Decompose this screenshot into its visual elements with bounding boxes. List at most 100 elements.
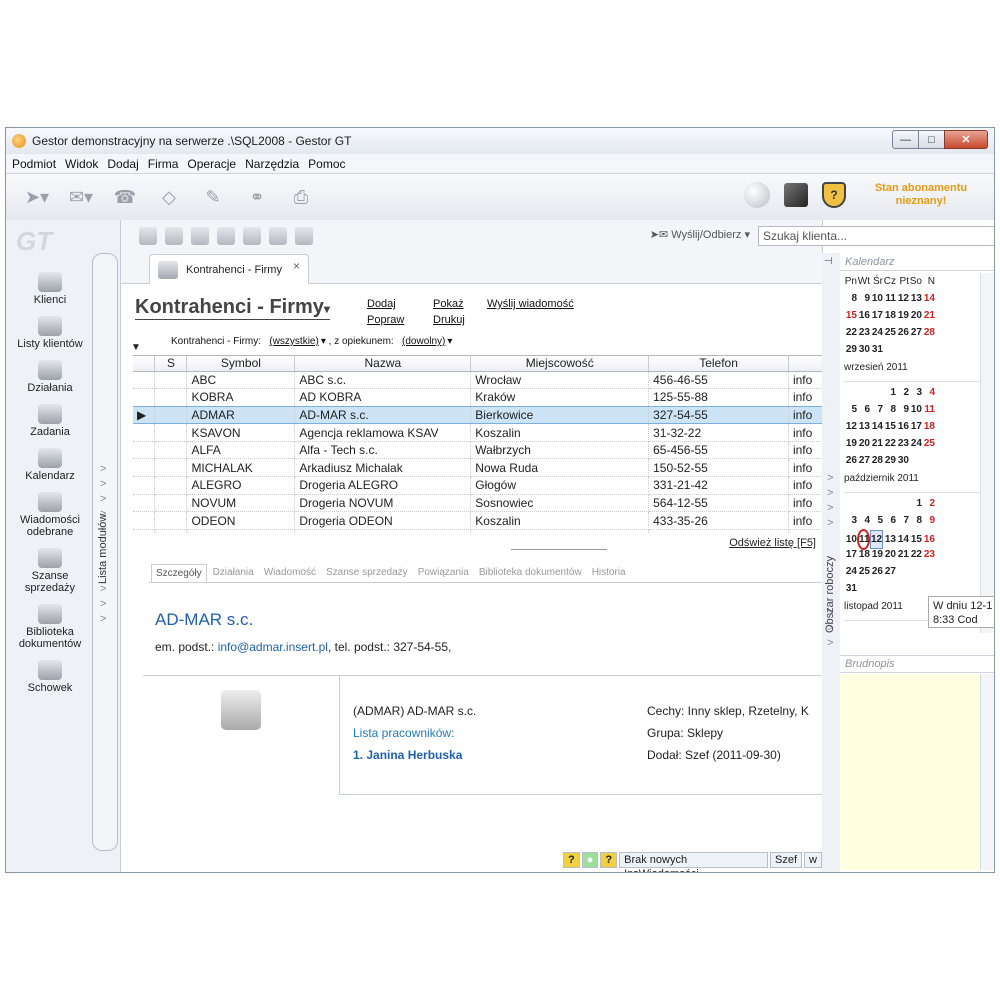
menu-narzedzia[interactable]: Narzędzia bbox=[245, 157, 299, 171]
col-symbol[interactable]: Symbol bbox=[186, 356, 296, 372]
send-icon[interactable]: ➤▾ bbox=[20, 183, 54, 211]
divider bbox=[339, 675, 340, 795]
modules-label: Lista modułów bbox=[97, 513, 109, 584]
send-receive-button[interactable]: ➤✉ Wyślij/Odbierz ▾ bbox=[650, 228, 750, 241]
notepad-title: Brudnopis bbox=[840, 655, 994, 673]
tag-icon-2[interactable] bbox=[217, 227, 235, 245]
cell-email: info bbox=[788, 371, 823, 390]
col-miejscowosc[interactable]: Miejscowość bbox=[470, 356, 650, 372]
nav-schowek[interactable]: Schowek bbox=[6, 660, 94, 694]
print-link[interactable]: Drukuj bbox=[433, 312, 465, 328]
month-label-oct: październik 2011 bbox=[844, 469, 980, 493]
email-link[interactable]: info@admar.insert.pl bbox=[218, 640, 328, 654]
cell-miejscowosc: Nowa Ruda bbox=[470, 458, 650, 478]
nav-biblioteka[interactable]: Biblioteka dokumentów bbox=[18, 604, 82, 650]
client-icon[interactable] bbox=[139, 227, 157, 245]
table-row[interactable]: KOZICKOExport - ImportKozicko545-48-54in… bbox=[133, 529, 823, 533]
table-row[interactable]: KSAVON Agencja reklamowa KSAV Koszalin 31-3… bbox=[133, 423, 823, 442]
close-tab-icon[interactable]: × bbox=[293, 259, 300, 273]
event-tooltip: W dniu 12-1 8:33 Cod bbox=[928, 596, 994, 628]
cell-nazwa: ABC s.c. bbox=[294, 371, 472, 390]
link-icon[interactable]: ⚭ bbox=[240, 183, 274, 211]
col-s[interactable]: S bbox=[154, 356, 188, 372]
menu-pomoc[interactable]: Pomoc bbox=[308, 157, 345, 171]
menu-dodaj[interactable]: Dodaj bbox=[107, 157, 138, 171]
menu-widok[interactable]: Widok bbox=[65, 157, 98, 171]
table-row[interactable]: ▶ ADMAR AD-MAR s.c. Bierkowice 327-54-55 info bbox=[133, 405, 823, 425]
page-title[interactable]: Kontrahenci - Firmy▾ bbox=[135, 296, 330, 320]
pin-icon[interactable]: ⊣ bbox=[824, 256, 833, 267]
edit-link[interactable]: Popraw bbox=[367, 312, 404, 328]
group-icon[interactable] bbox=[191, 227, 209, 245]
cell-telefon: 545-48-54 bbox=[648, 529, 789, 533]
table-row[interactable]: ODEON Drogeria ODEON Koszalin 433-35-26 info bbox=[133, 511, 823, 530]
table-row[interactable]: ALEGRO Drogeria ALEGRO Głogów 331-21-42 info bbox=[133, 476, 823, 495]
library-icon bbox=[38, 604, 62, 624]
menu-firma[interactable]: Firma bbox=[148, 157, 179, 171]
edit-icon-2[interactable] bbox=[243, 227, 261, 245]
minimize-button[interactable]: — bbox=[892, 130, 919, 149]
tab-powiazania[interactable]: Powiązania bbox=[414, 564, 473, 582]
menu-operacje[interactable]: Operacje bbox=[187, 157, 236, 171]
client-lists-icon bbox=[38, 316, 62, 336]
cell-email: info bbox=[788, 494, 823, 513]
tab-dzialania[interactable]: Działania bbox=[209, 564, 258, 582]
show-link[interactable]: Pokaż bbox=[433, 296, 465, 312]
receive-icon[interactable]: ✉▾ bbox=[64, 183, 98, 211]
employee-link[interactable]: 1. Janina Herbuska bbox=[353, 744, 476, 766]
tab-szanse[interactable]: Szanse sprzedaży bbox=[322, 564, 412, 582]
row-indicator bbox=[133, 458, 156, 478]
globe-icon[interactable] bbox=[744, 182, 770, 208]
cell-nazwa: Arkadiusz Michalak bbox=[294, 458, 472, 478]
tab-biblioteka[interactable]: Biblioteka dokumentów bbox=[475, 564, 586, 582]
question-icon-2[interactable]: ? bbox=[600, 852, 618, 868]
tab-historia[interactable]: Historia bbox=[588, 564, 630, 582]
nav-wiadomosci[interactable]: Wiadomości odebrane bbox=[18, 492, 82, 538]
eraser-icon[interactable] bbox=[295, 227, 313, 245]
table-row[interactable]: ALFA Alfa - Tech s.c. Wałbrzych 65-456-55 in… bbox=[133, 441, 823, 460]
tab-szczegoly[interactable]: Szczegóły bbox=[151, 564, 207, 582]
send-message-link[interactable]: Wyślij wiadomość bbox=[487, 296, 574, 312]
nav-klienci[interactable]: Klienci bbox=[6, 272, 94, 306]
help-shield-icon[interactable]: ? bbox=[822, 182, 846, 208]
filter-owner-dropdown[interactable]: (dowolny) bbox=[402, 336, 445, 347]
notepad-scrollbar[interactable] bbox=[980, 674, 994, 870]
tab-kontrahenci[interactable]: Kontrahenci - Firmy × bbox=[149, 254, 309, 284]
notepad-area[interactable] bbox=[840, 674, 980, 870]
tab-wiadomosc[interactable]: Wiadomość bbox=[260, 564, 320, 582]
col-telefon[interactable]: Telefon bbox=[648, 356, 789, 372]
phone-icon[interactable]: ☎ bbox=[108, 183, 142, 211]
refresh-link[interactable]: Odśwież listę [F5] bbox=[729, 537, 816, 549]
table-row[interactable]: ABC ABC s.c. Wrocław 456-46-55 info bbox=[133, 371, 823, 390]
nav-zadania[interactable]: Zadania bbox=[6, 404, 94, 438]
nav-szanse[interactable]: Szanse sprzedaży bbox=[18, 548, 82, 594]
menu-podmiot[interactable]: Podmiot bbox=[12, 157, 56, 171]
table-row[interactable]: MICHALAK Arkadiusz Michalak Nowa Ruda 150-5… bbox=[133, 458, 823, 478]
table-row[interactable]: NOVUM Drogeria NOVUM Sosnowiec 564-12-55 inf… bbox=[133, 494, 823, 513]
nav-dzialania[interactable]: Działania bbox=[6, 360, 94, 394]
client-search-input[interactable]: Szukaj klienta... bbox=[758, 226, 994, 246]
question-icon[interactable]: ? bbox=[563, 852, 580, 868]
cube-icon[interactable] bbox=[784, 183, 808, 207]
tag-icon[interactable]: ◇ bbox=[152, 183, 186, 211]
close-button[interactable]: ✕ bbox=[944, 130, 988, 149]
calendar-scrollbar[interactable] bbox=[980, 273, 994, 633]
maximize-button[interactable]: □ bbox=[918, 130, 945, 149]
tasks-icon bbox=[38, 404, 62, 424]
workspace-strip[interactable]: > > > > > > > Obszar roboczy bbox=[822, 253, 840, 872]
gt-logo: GT bbox=[16, 226, 53, 256]
edit-icon[interactable]: ✎ bbox=[196, 183, 230, 211]
star-icon[interactable] bbox=[269, 227, 287, 245]
nav-kalendarz[interactable]: Kalendarz bbox=[6, 448, 94, 482]
splitter-handle[interactable] bbox=[511, 549, 607, 550]
add-link[interactable]: Dodaj bbox=[367, 296, 404, 312]
caret-down-icon[interactable]: ▼ bbox=[131, 342, 141, 353]
modules-strip[interactable]: > > > > > > > Lista modułów bbox=[92, 253, 118, 851]
print-icon[interactable]: ⎙ bbox=[284, 183, 318, 211]
col-email[interactable] bbox=[788, 356, 823, 372]
add-client-icon[interactable] bbox=[165, 227, 183, 245]
nav-listy-klientow[interactable]: Listy klientów bbox=[6, 316, 94, 350]
filter-type-dropdown[interactable]: (wszystkie) bbox=[269, 336, 318, 347]
col-nazwa[interactable]: Nazwa bbox=[294, 356, 472, 372]
table-row[interactable]: KOBRA AD KOBRA Kraków 125-55-88 info bbox=[133, 388, 823, 407]
